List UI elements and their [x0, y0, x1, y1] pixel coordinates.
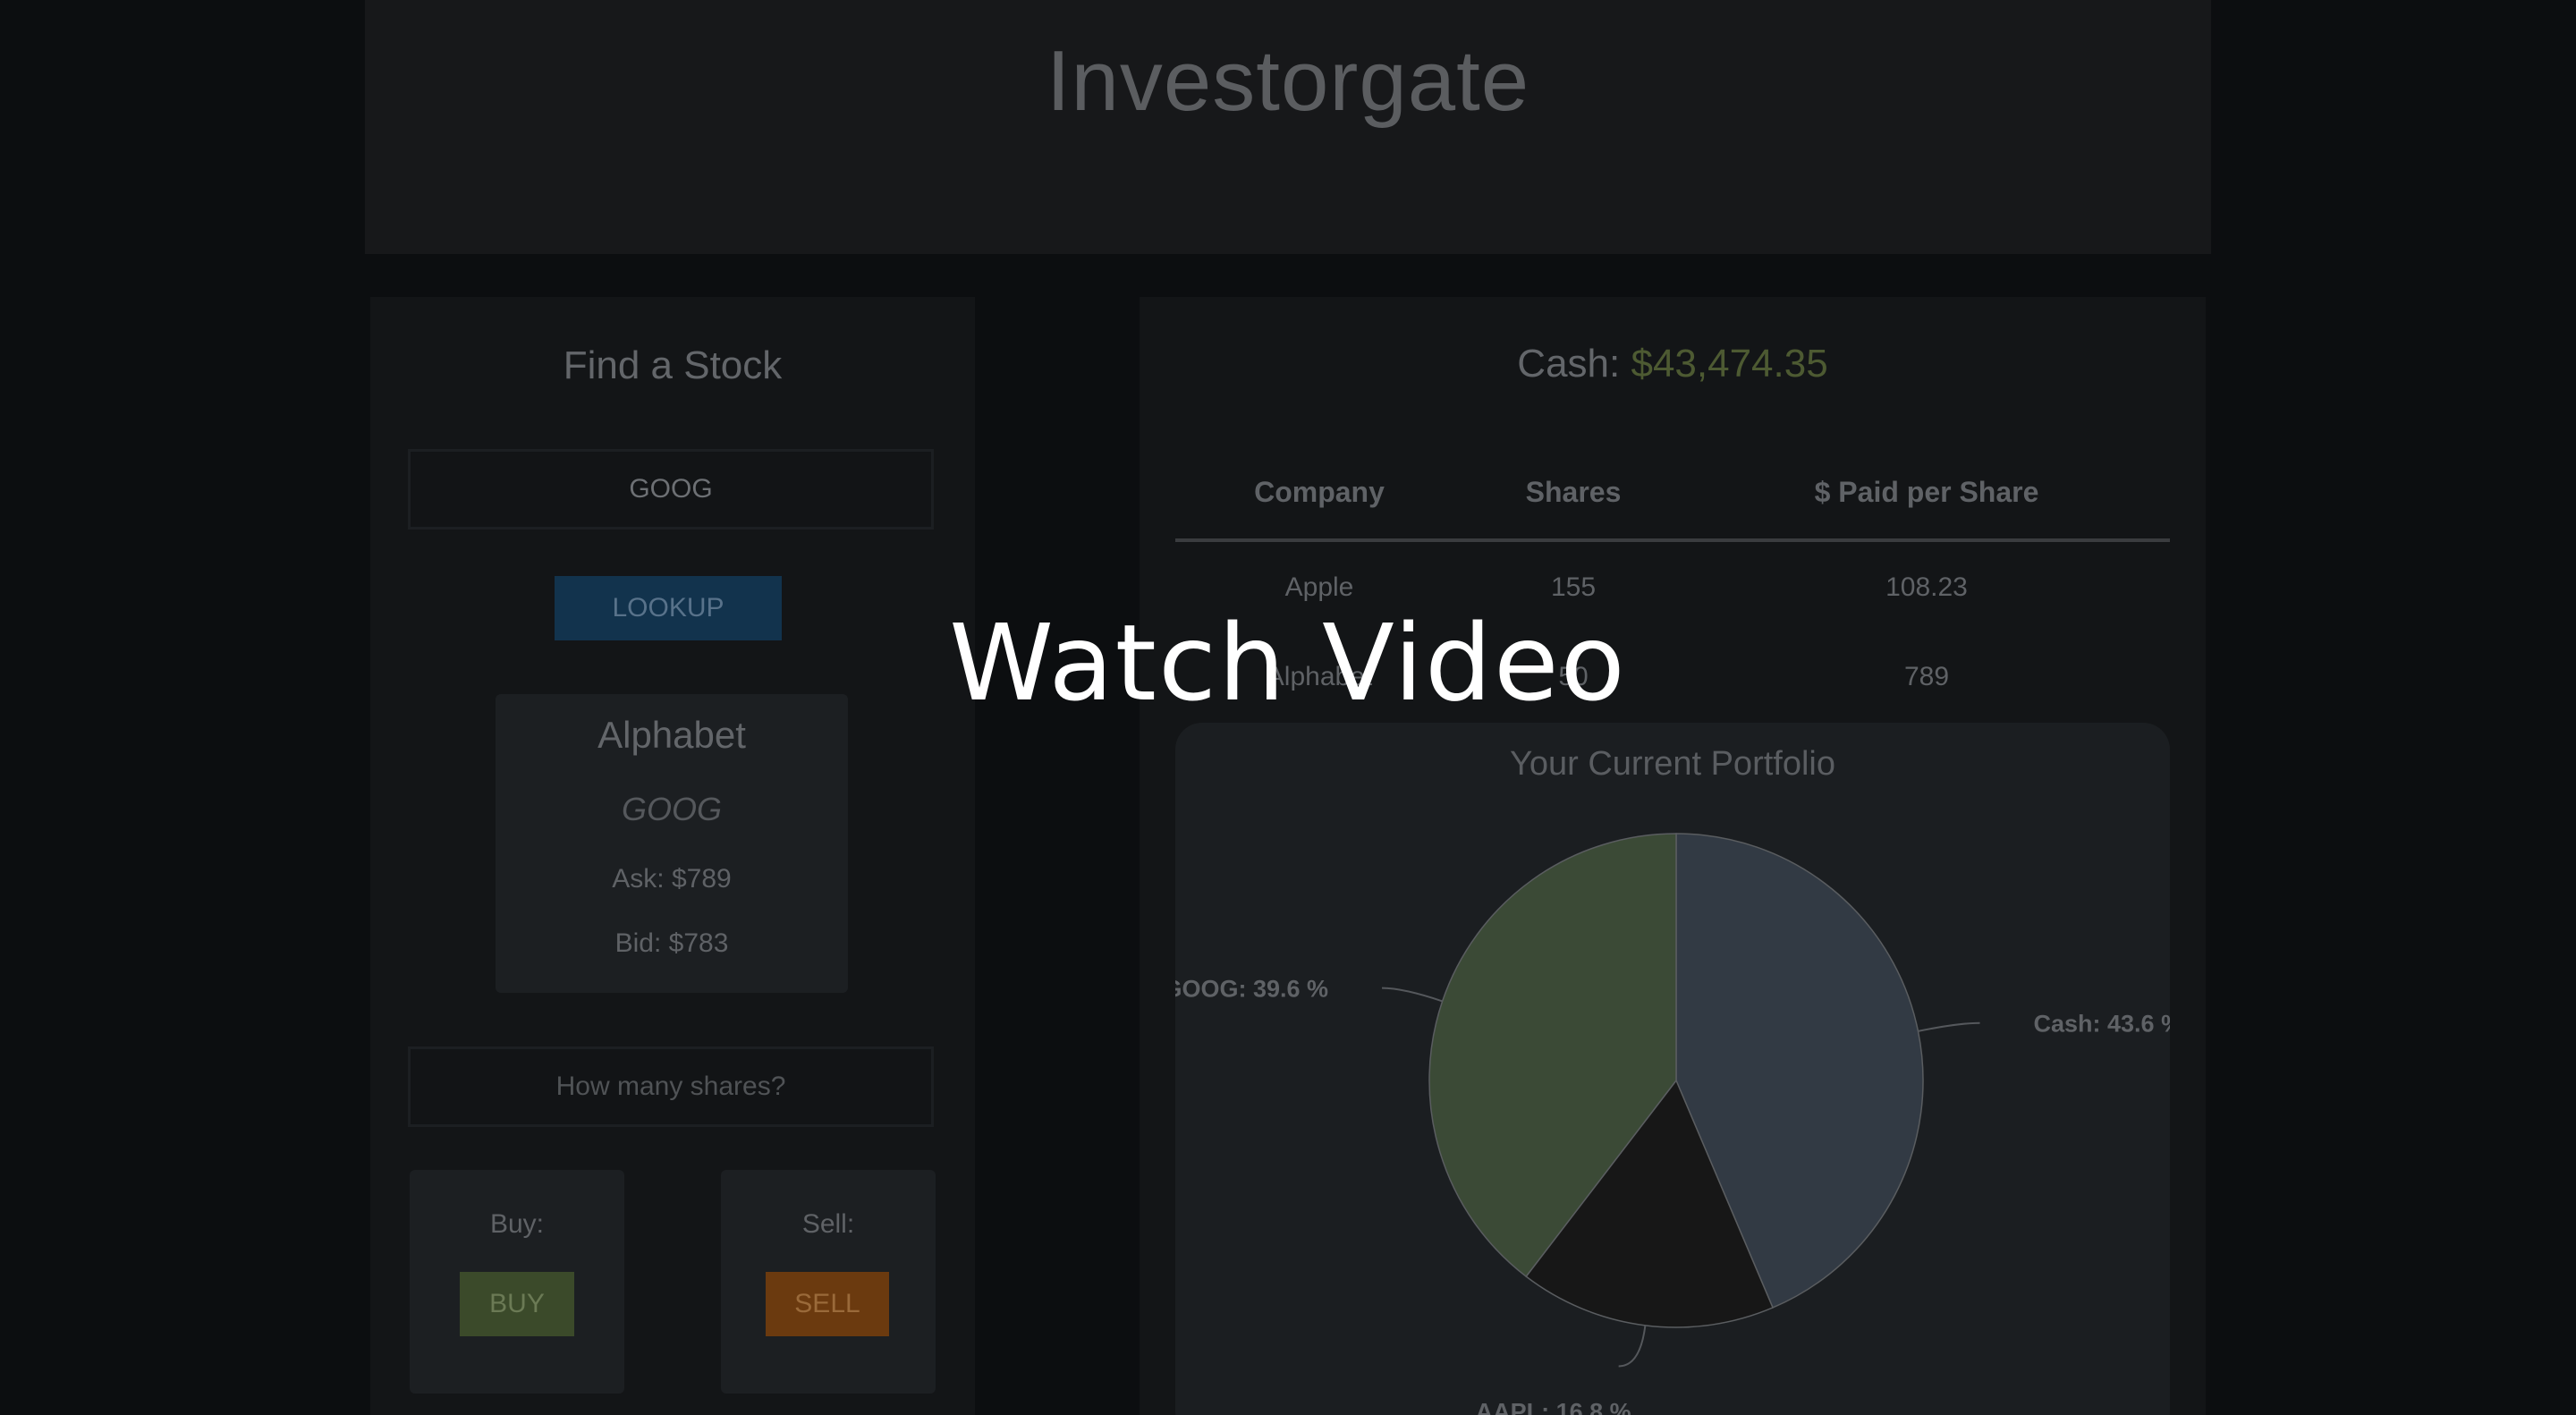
pie-label-goog: GOOG: 39.6 %: [1175, 976, 1328, 1003]
pie-leader-line: [1918, 1021, 1980, 1032]
cell-shares: 155: [1550, 572, 1597, 602]
sell-label: Sell:: [801, 1209, 855, 1239]
ticker-input[interactable]: [408, 449, 934, 530]
buy-label: Buy:: [489, 1209, 545, 1239]
stock-symbol: GOOG: [621, 791, 722, 827]
shares-input[interactable]: [408, 1046, 934, 1127]
cash-label: Cash:: [1517, 342, 1631, 386]
app-title: Investorgate: [1046, 33, 1530, 129]
cell-paid: 108.23: [1885, 572, 1968, 602]
portfolio-pie-chart: Your Current Portfolio Cash: 43.6 % AAPL:…: [1163, 745, 2182, 1415]
cash-line: Cash: $43,474.35: [1140, 342, 2206, 386]
column-header-company: Company: [1254, 476, 1385, 508]
pie-label-aapl: AAPL: 16.8 %: [1476, 1398, 1631, 1415]
cell-company: Apple: [1284, 572, 1354, 602]
sell-box: Sell: SELL: [721, 1170, 936, 1394]
header: Investorgate: [365, 0, 2211, 254]
buy-box: Buy: BUY: [410, 1170, 624, 1394]
stock-result-card: Alphabet GOOG Ask: $789 Bid: $783: [496, 694, 848, 993]
portfolio-panel: Cash: $43,474.35 Company Shares $ Paid p…: [1140, 297, 2206, 1415]
stock-ask: Ask: $789: [612, 864, 732, 894]
pie-leader-line: [1382, 987, 1443, 1003]
stock-bid: Bid: $783: [614, 928, 729, 958]
chart-title: Your Current Portfolio: [1510, 745, 1835, 783]
pie-leader-line: [1618, 1325, 1647, 1368]
buy-button[interactable]: BUY: [460, 1272, 574, 1336]
find-stock-panel: Find a Stock LOOKUP Alphabet GOOG Ask: $…: [370, 297, 975, 1415]
page: Investorgate Find a Stock LOOKUP Alphabe…: [0, 0, 2576, 1415]
holdings-table-header: Company Shares $ Paid per Share: [1175, 476, 2170, 542]
column-header-shares: Shares: [1525, 476, 1622, 508]
find-stock-title: Find a Stock: [563, 343, 783, 387]
column-header-paid: $ Paid per Share: [1814, 476, 2039, 508]
watch-video-link[interactable]: Watch Video: [0, 601, 2576, 724]
pie-slices: [1428, 833, 1924, 1328]
pie-label-cash: Cash: 43.6 %: [2034, 1011, 2170, 1038]
cash-value: $43,474.35: [1631, 342, 1828, 386]
portfolio-chart-card: Your Current Portfolio Cash: 43.6 % AAPL:…: [1163, 723, 2182, 1415]
sell-button[interactable]: SELL: [766, 1272, 889, 1336]
